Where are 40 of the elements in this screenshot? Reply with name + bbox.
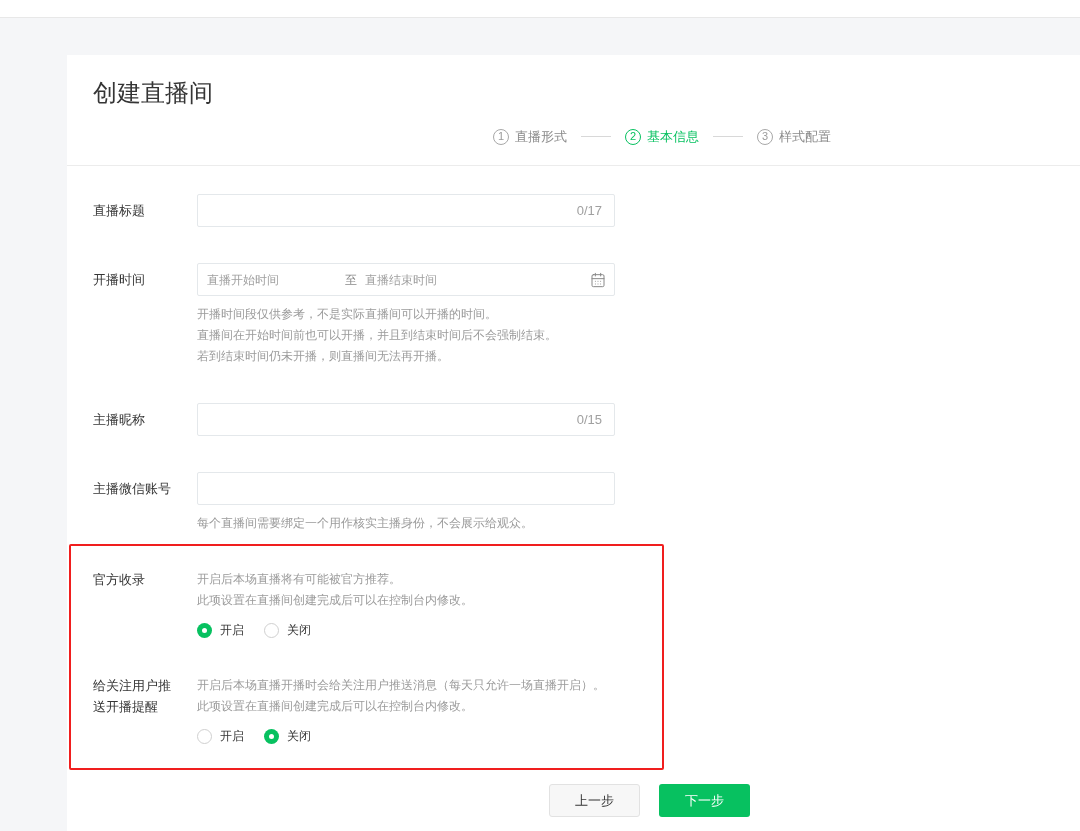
field-label: 主播微信账号: [93, 480, 172, 498]
setting-description: 开启后本场直播开播时会给关注用户推送消息（每天只允许一场直播开启）。: [197, 677, 605, 694]
radio-icon[interactable]: [197, 622, 212, 638]
start-time-placeholder: 直播开始时间: [207, 271, 280, 289]
radio-option[interactable]: 开启: [197, 621, 244, 639]
page-title: 创建直播间: [93, 78, 214, 108]
text-input-field[interactable]: 0/17: [197, 194, 615, 227]
radio-option[interactable]: 关闭: [264, 727, 311, 745]
calendar-icon[interactable]: [590, 271, 606, 288]
character-counter: 0/15: [576, 410, 602, 429]
setting-label: 给关注用户推送开播提醒: [93, 677, 172, 716]
hint-text: 直播间在开始时间前也可以开播，并且到结束时间后不会强制结束。: [197, 327, 558, 344]
radio-option[interactable]: 关闭: [264, 621, 311, 639]
step-label[interactable]: 基本信息: [647, 127, 699, 147]
field-label: 直播标题: [93, 202, 146, 220]
field-label: 开播时间: [93, 271, 146, 289]
character-counter: 0/17: [576, 201, 602, 220]
step-label[interactable]: 直播形式: [515, 127, 567, 147]
end-time-placeholder: 直播结束时间: [365, 271, 438, 289]
date-range-field[interactable]: 直播开始时间 至 直播结束时间: [197, 263, 615, 296]
setting-description: 此项设置在直播间创建完成后可以在控制台内修改。: [197, 698, 474, 715]
next-step-button[interactable]: 下一步: [659, 784, 750, 817]
range-separator: 至: [345, 271, 357, 289]
radio-icon[interactable]: [264, 728, 279, 744]
field-label: 主播昵称: [93, 411, 146, 429]
setting-label: 官方收录: [93, 571, 146, 589]
radio-option[interactable]: 开启: [197, 727, 244, 745]
step-connector: [713, 136, 743, 138]
radio-icon[interactable]: [264, 622, 279, 638]
text-input-field[interactable]: [197, 472, 615, 505]
setting-description: 开启后本场直播将有可能被官方推荐。: [197, 571, 402, 588]
step-label[interactable]: 样式配置: [779, 127, 831, 147]
radio-icon[interactable]: [197, 728, 212, 744]
text-input-field[interactable]: 0/15: [197, 403, 615, 436]
hint-text: 每个直播间需要绑定一个用作核实主播身份，不会展示给观众。: [197, 515, 534, 532]
step-connector: [581, 136, 611, 138]
hint-text: 开播时间段仅供参考，不是实际直播间可以开播的时间。: [197, 306, 498, 323]
hint-text: 若到结束时间仍未开播，则直播间无法再开播。: [197, 348, 450, 365]
previous-step-button[interactable]: 上一步: [549, 784, 640, 817]
setting-description: 此项设置在直播间创建完成后可以在控制台内修改。: [197, 592, 473, 609]
